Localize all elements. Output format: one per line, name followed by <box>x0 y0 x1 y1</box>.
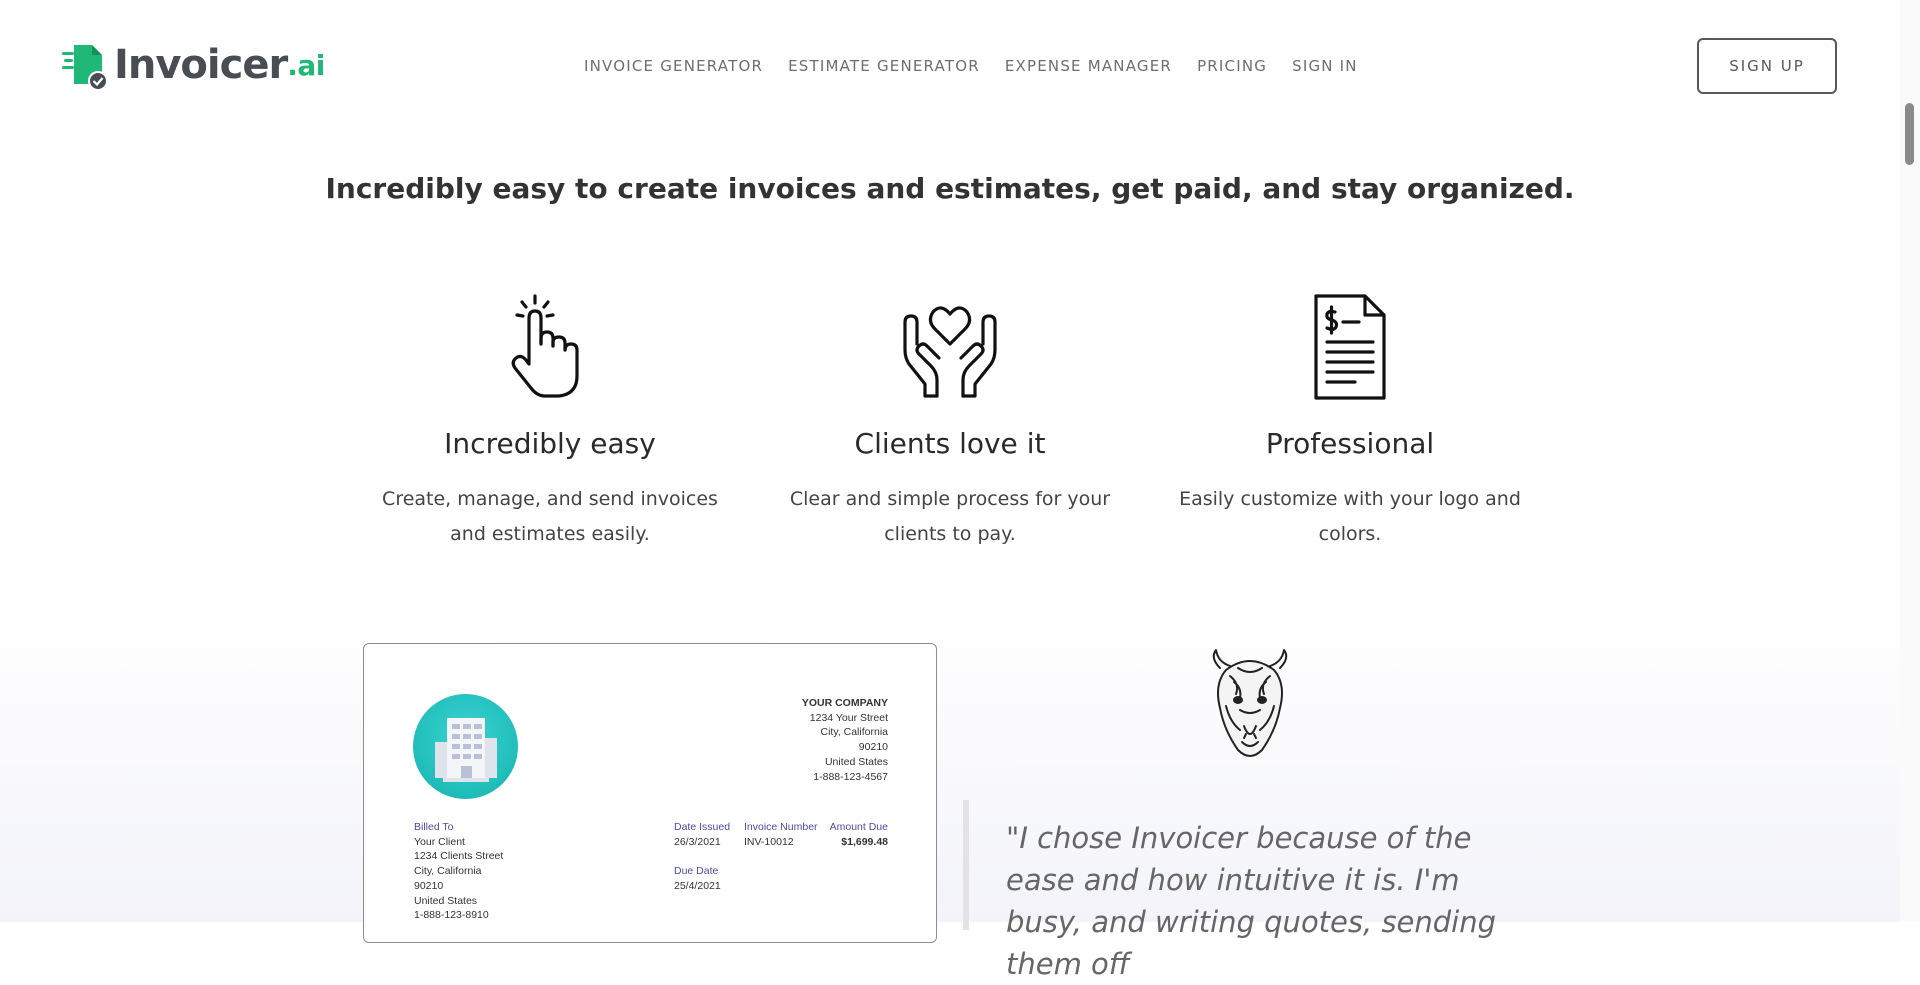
client-country: United States <box>414 894 478 907</box>
invoicer-logo-icon <box>62 45 108 90</box>
invoice-amount-due: Amount Due $1,699.48 <box>830 820 888 849</box>
company-street: 1234 Your Street <box>809 711 888 724</box>
feature-incredibly-easy: Incredibly easy Create, manage, and send… <box>360 292 740 552</box>
tap-hand-icon <box>511 294 579 398</box>
date-issued-value: 26/3/2021 <box>674 835 721 848</box>
nav-estimate-generator[interactable]: ESTIMATE GENERATOR <box>788 56 980 76</box>
invoice-date-issued: Date Issued 26/3/2021 <box>674 820 730 849</box>
nav-sign-in[interactable]: SIGN IN <box>1292 56 1358 76</box>
feature-title: Clients love it <box>854 427 1046 460</box>
company-name: YOUR COMPANY <box>801 697 888 709</box>
client-name: Your Client <box>414 835 465 848</box>
company-phone: 1-888-123-4567 <box>813 770 888 783</box>
company-zip: 90210 <box>858 741 888 754</box>
company-logo-placeholder <box>413 694 518 799</box>
nav-pricing[interactable]: PRICING <box>1197 56 1267 76</box>
company-city: City, California <box>820 726 889 739</box>
testimonial-quote: "I chose Invoicer because of the ease an… <box>1006 821 1497 981</box>
bison-avatar-icon <box>1212 649 1288 757</box>
heart-hands-icon <box>903 306 997 398</box>
client-zip: 90210 <box>414 879 444 892</box>
scrollbar-thumb[interactable] <box>1905 103 1914 165</box>
tagline: Incredibly easy to create invoices and e… <box>325 172 1575 206</box>
logo-suffix: .ai <box>287 48 325 82</box>
feature-clients-love-it: Clients love it Clear and simple process… <box>760 292 1140 552</box>
section-background <box>0 600 1900 922</box>
date-issued-label: Date Issued <box>674 821 731 833</box>
invoice-preview: YOUR COMPANY 1234 Your Street City, Cali… <box>363 643 937 943</box>
invoice-number: Invoice Number INV-10012 <box>744 820 818 849</box>
feature-text: Create, manage, and send invoices and es… <box>382 488 718 545</box>
site-header: Invoicer .ai INVOICE GENERATOR ESTIMATE G… <box>0 0 1900 110</box>
amount-due-label: Amount Due <box>829 821 888 833</box>
billed-to-label: Billed To <box>414 821 454 833</box>
client-phone: 1-888-123-8910 <box>414 909 489 922</box>
feature-title: Incredibly easy <box>444 427 656 460</box>
invoice-document-icon <box>1314 294 1386 400</box>
invoice-number-value: INV-10012 <box>744 835 794 848</box>
feature-professional: Professional Easily customize with your … <box>1160 292 1540 552</box>
client-street: 1234 Clients Street <box>414 850 504 863</box>
feature-text: Easily customize with your logo and colo… <box>1179 488 1521 545</box>
logo-name: Invoicer <box>114 42 288 88</box>
feature-text: Clear and simple process for your client… <box>789 488 1111 545</box>
sign-up-button[interactable]: SIGN UP <box>1697 38 1837 94</box>
invoice-number-label: Invoice Number <box>744 821 818 833</box>
quote-accent-bar <box>963 800 969 930</box>
due-date-value: 25/4/2021 <box>674 879 721 892</box>
feature-title: Professional <box>1265 427 1435 460</box>
nav-invoice-generator[interactable]: INVOICE GENERATOR <box>584 56 763 76</box>
client-city: City, California <box>414 865 482 878</box>
nav-expense-manager[interactable]: EXPENSE MANAGER <box>1005 56 1172 76</box>
logo[interactable]: Invoicer .ai <box>62 40 325 90</box>
invoice-company-address: YOUR COMPANY 1234 Your Street City, Cali… <box>802 696 888 784</box>
invoice-billed-to: Billed To Your Client 1234 Clients Stree… <box>414 820 503 923</box>
building-icon <box>435 718 497 782</box>
main-nav: INVOICE GENERATOR ESTIMATE GENERATOR EXP… <box>584 56 1383 76</box>
invoice-due-date: Due Date 25/4/2021 <box>674 864 721 893</box>
company-country: United States <box>824 755 888 768</box>
amount-due-value: $1,699.48 <box>841 835 888 848</box>
due-date-label: Due Date <box>674 865 719 877</box>
